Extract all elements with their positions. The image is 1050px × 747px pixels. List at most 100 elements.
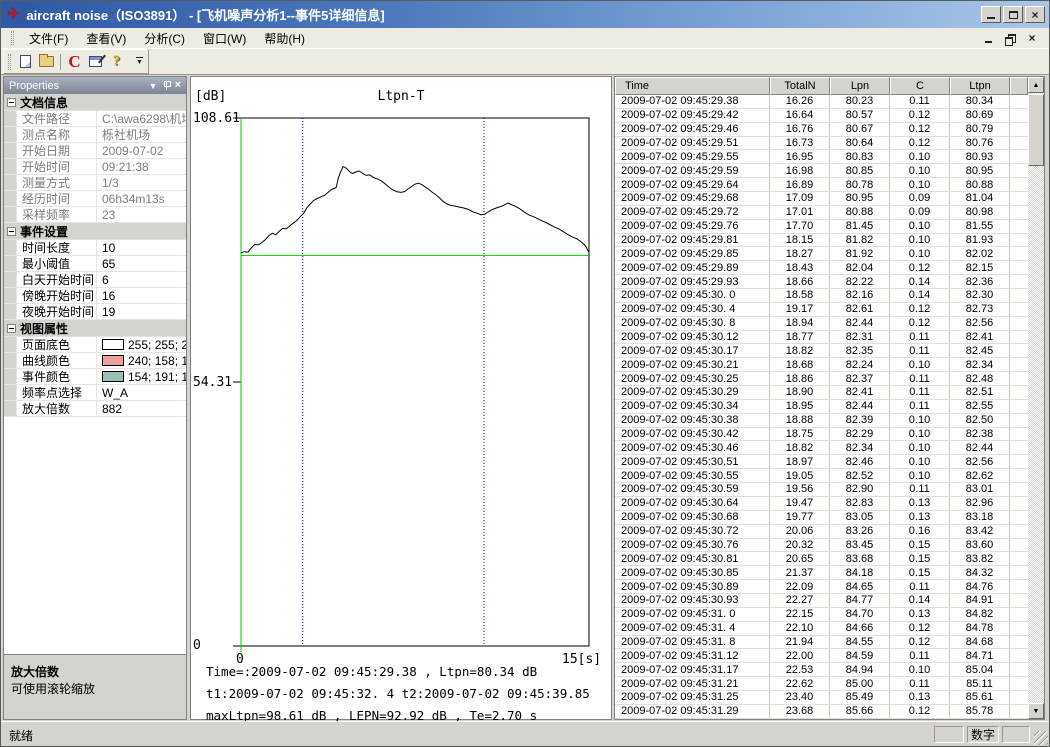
table-row[interactable]: 2009-07-02 09:45:30.4618.8282.340.1082.4…: [615, 441, 1028, 455]
table-row[interactable]: 2009-07-02 09:45:30.2118.6882.240.1082.3…: [615, 358, 1028, 372]
table-row[interactable]: 2009-07-02 09:45:30.9322.2784.770.1484.9…: [615, 594, 1028, 608]
column-header-lpn[interactable]: Lpn: [830, 77, 890, 95]
table-row[interactable]: 2009-07-02 09:45:31.1222.0084.590.1184.7…: [615, 649, 1028, 663]
table-scrollbar[interactable]: ▲ ▼: [1028, 77, 1044, 719]
property-row[interactable]: 傍晚开始时间16: [4, 288, 186, 304]
property-value[interactable]: 06h34m13s: [97, 191, 186, 206]
property-value[interactable]: 882: [97, 401, 186, 416]
column-header-ltpn[interactable]: Ltpn: [950, 77, 1010, 95]
table-row[interactable]: 2009-07-02 09:45:30. 419.1782.610.1282.7…: [615, 303, 1028, 317]
table-row[interactable]: 2009-07-02 09:45:30.1718.8282.350.1182.4…: [615, 344, 1028, 358]
table-row[interactable]: 2009-07-02 09:45:30.8120.6583.680.1583.8…: [615, 552, 1028, 566]
menu-analyze[interactable]: 分析(C): [135, 28, 194, 49]
property-value[interactable]: 10: [97, 240, 186, 255]
property-row[interactable]: 页面底色255; 255; 255: [4, 337, 186, 353]
table-row[interactable]: 2009-07-02 09:45:30.3818.8882.390.1082.5…: [615, 414, 1028, 428]
property-row[interactable]: 放大倍数882: [4, 401, 186, 417]
property-value[interactable]: 09:21:38: [97, 159, 186, 174]
property-value[interactable]: 23: [97, 207, 186, 222]
mdi-close-button[interactable]: ×: [1025, 32, 1039, 45]
property-section-header[interactable]: 文档信息: [4, 94, 186, 111]
chevron-down-icon[interactable]: ▼: [149, 81, 158, 91]
table-row[interactable]: 2009-07-02 09:45:30.2918.9082.410.1182.5…: [615, 386, 1028, 400]
property-row[interactable]: 采样频率23: [4, 207, 186, 223]
property-section-header[interactable]: 视图属性: [4, 320, 186, 337]
table-row[interactable]: 2009-07-02 09:45:30.7220.0683.260.1683.4…: [615, 525, 1028, 539]
table-row[interactable]: 2009-07-02 09:45:30.5919.5682.900.1183.0…: [615, 483, 1028, 497]
column-header-c[interactable]: C: [890, 77, 950, 95]
new-document-button[interactable]: [15, 52, 36, 72]
property-value[interactable]: 1/3: [97, 175, 186, 190]
property-row[interactable]: 经历时间06h34m13s: [4, 191, 186, 207]
table-row[interactable]: 2009-07-02 09:45:31. 422.1084.660.1284.7…: [615, 622, 1028, 636]
property-row[interactable]: 时间长度10: [4, 240, 186, 256]
table-row[interactable]: 2009-07-02 09:45:29.6416.8980.780.1080.8…: [615, 178, 1028, 192]
table-row[interactable]: 2009-07-02 09:45:30.1218.7782.310.1182.4…: [615, 331, 1028, 345]
table-row[interactable]: 2009-07-02 09:45:30.4218.7582.290.1082.3…: [615, 428, 1028, 442]
mdi-restore-button[interactable]: [1003, 32, 1017, 45]
table-row[interactable]: 2009-07-02 09:45:30.8922.0984.650.1184.7…: [615, 580, 1028, 594]
property-section-header[interactable]: 事件设置: [4, 223, 186, 240]
table-row[interactable]: 2009-07-02 09:45:31.2122.6285.000.1185.1…: [615, 677, 1028, 691]
table-row[interactable]: 2009-07-02 09:45:29.9318.6682.220.1482.3…: [615, 275, 1028, 289]
minimize-button[interactable]: [981, 6, 1001, 23]
property-value[interactable]: 240; 158; 158: [97, 353, 186, 368]
open-file-button[interactable]: [36, 52, 57, 72]
table-row[interactable]: 2009-07-02 09:45:30.5118.9782.460.1082.5…: [615, 455, 1028, 469]
collapse-icon[interactable]: [7, 98, 16, 107]
property-value[interactable]: 19: [97, 304, 186, 319]
table-row[interactable]: 2009-07-02 09:45:29.7617.7081.450.1081.5…: [615, 220, 1028, 234]
property-value[interactable]: 255; 255; 255: [97, 337, 186, 352]
property-row[interactable]: 测量方式1/3: [4, 175, 186, 191]
property-value[interactable]: 栎社机场: [97, 127, 186, 142]
table-row[interactable]: 2009-07-02 09:45:30.2518.8682.370.1182.4…: [615, 372, 1028, 386]
toolbar-overflow-button[interactable]: ▼: [133, 52, 146, 72]
table-row[interactable]: 2009-07-02 09:45:31.2923.6885.660.1285.7…: [615, 705, 1028, 719]
help-button[interactable]: ?: [106, 52, 127, 72]
property-row[interactable]: 开始日期2009-07-02: [4, 143, 186, 159]
table-row[interactable]: 2009-07-02 09:45:31. 821.9484.550.1284.6…: [615, 636, 1028, 650]
table-row[interactable]: 2009-07-02 09:45:30. 818.9482.440.1282.5…: [615, 317, 1028, 331]
pin-icon[interactable]: [163, 81, 170, 90]
close-button[interactable]: ×: [1025, 6, 1045, 23]
table-row[interactable]: 2009-07-02 09:45:31.2523.4085.490.1385.6…: [615, 691, 1028, 705]
collapse-icon[interactable]: [7, 227, 16, 236]
table-row[interactable]: 2009-07-02 09:45:29.8118.1581.820.1081.9…: [615, 234, 1028, 248]
property-row[interactable]: 测点名称栎社机场: [4, 127, 186, 143]
table-row[interactable]: 2009-07-02 09:45:30.7620.3283.450.1583.6…: [615, 539, 1028, 553]
column-header-totaln[interactable]: TotalN: [770, 77, 830, 95]
collapse-icon[interactable]: [7, 324, 16, 333]
menu-grip[interactable]: [11, 31, 14, 45]
close-icon[interactable]: ×: [175, 80, 181, 91]
property-value[interactable]: C:\awa6298\机场: [97, 111, 186, 126]
table-row[interactable]: 2009-07-02 09:45:29.7217.0180.880.0980.9…: [615, 206, 1028, 220]
toolbar-grip[interactable]: [8, 54, 11, 70]
property-row[interactable]: 夜晚开始时间19: [4, 304, 186, 320]
table-row[interactable]: 2009-07-02 09:45:29.5516.9580.830.1080.9…: [615, 150, 1028, 164]
table-row[interactable]: 2009-07-02 09:45:30.5519.0582.520.1082.6…: [615, 469, 1028, 483]
property-row[interactable]: 最小阈值65: [4, 256, 186, 272]
property-row[interactable]: 曲线颜色240; 158; 158: [4, 353, 186, 369]
table-row[interactable]: 2009-07-02 09:45:30.3418.9582.440.1182.5…: [615, 400, 1028, 414]
table-row[interactable]: 2009-07-02 09:45:29.4616.7680.670.1280.7…: [615, 123, 1028, 137]
resize-grip-icon[interactable]: [1034, 731, 1048, 745]
scroll-down-button[interactable]: ▼: [1028, 703, 1044, 719]
table-row[interactable]: 2009-07-02 09:45:29.8918.4382.040.1282.1…: [615, 261, 1028, 275]
table-row[interactable]: 2009-07-02 09:45:29.5916.9880.850.1080.9…: [615, 164, 1028, 178]
property-value[interactable]: W_A: [97, 385, 186, 400]
property-value[interactable]: 65: [97, 256, 186, 271]
table-row[interactable]: 2009-07-02 09:45:30.8521.3784.180.1584.3…: [615, 566, 1028, 580]
property-value[interactable]: 6: [97, 272, 186, 287]
menu-window[interactable]: 窗口(W): [194, 28, 255, 49]
property-row[interactable]: 频率点选择W_A: [4, 385, 186, 401]
property-value[interactable]: 2009-07-02: [97, 143, 186, 158]
properties-panel-header[interactable]: Properties ▼ ×: [4, 77, 186, 94]
scroll-up-button[interactable]: ▲: [1028, 77, 1044, 93]
table-row[interactable]: 2009-07-02 09:45:30.6419.4782.830.1382.9…: [615, 497, 1028, 511]
mdi-minimize-button[interactable]: [981, 32, 995, 45]
menu-file[interactable]: 文件(F): [20, 28, 77, 49]
table-row[interactable]: 2009-07-02 09:45:29.5116.7380.640.1280.7…: [615, 137, 1028, 151]
table-row[interactable]: 2009-07-02 09:45:29.3816.2680.230.1180.3…: [615, 95, 1028, 109]
property-row[interactable]: 白天开始时间6: [4, 272, 186, 288]
property-row[interactable]: 事件颜色154; 191; 183: [4, 369, 186, 385]
